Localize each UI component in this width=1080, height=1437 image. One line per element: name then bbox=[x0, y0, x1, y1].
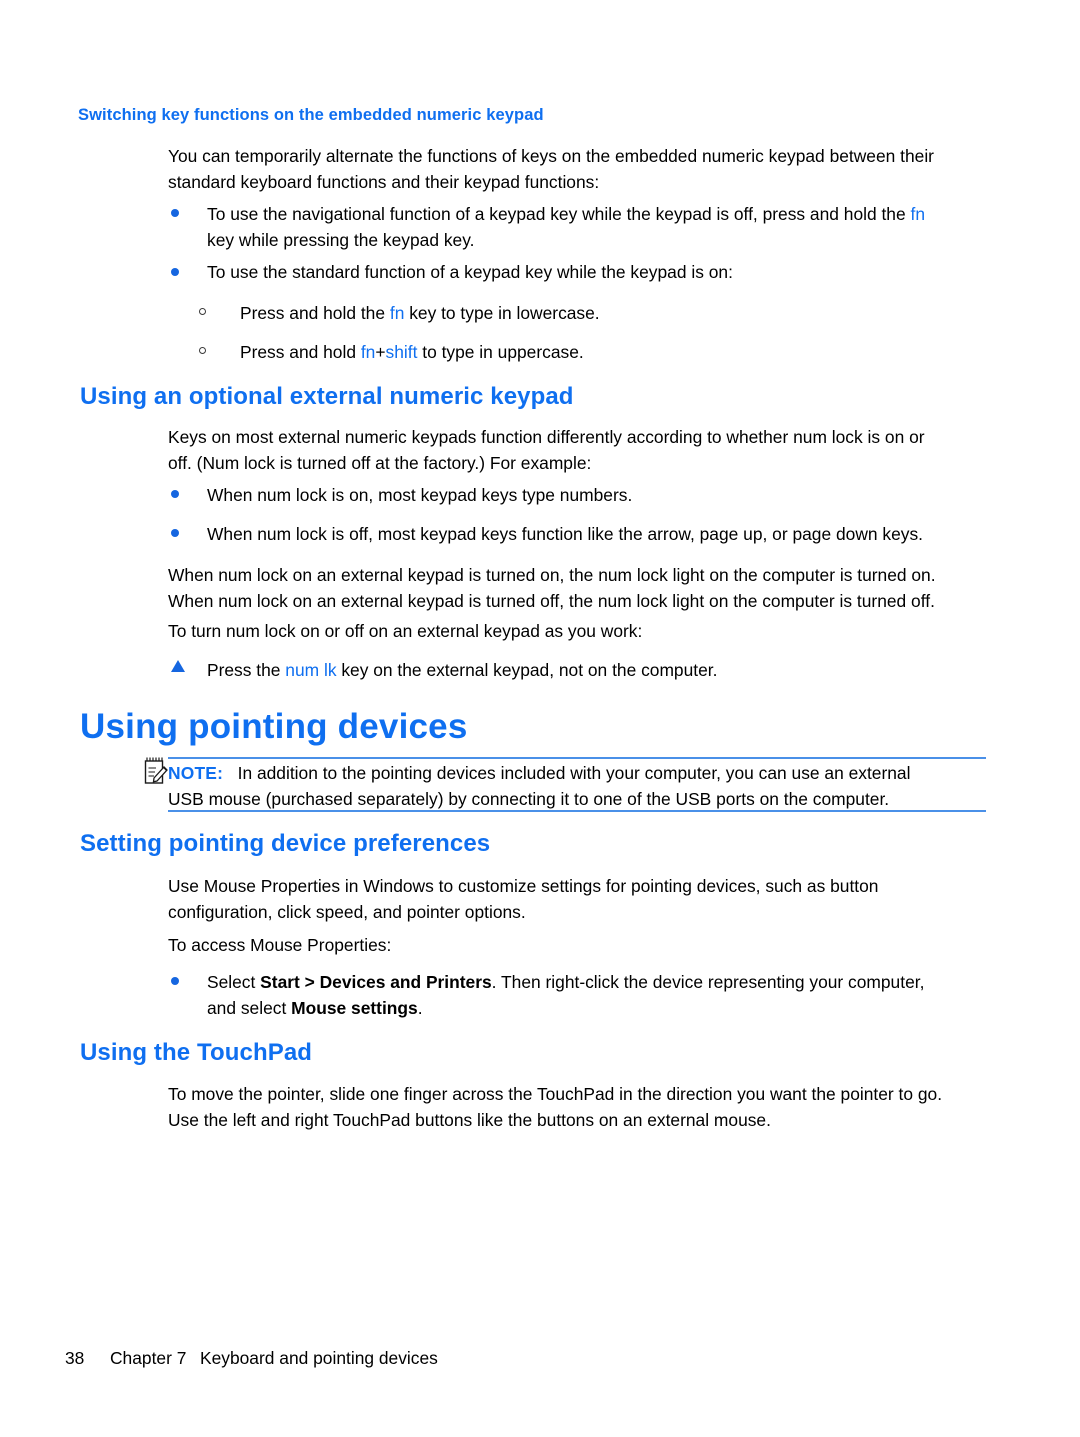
heading-setting-pointing-device-preferences: Setting pointing device preferences bbox=[80, 830, 491, 857]
footer-chapter: Chapter 7 bbox=[110, 1348, 187, 1368]
heading-external-numeric-keypad: Using an optional external numeric keypa… bbox=[80, 383, 574, 410]
key-combo-plus: + bbox=[375, 342, 386, 362]
note-line1: In addition to the pointing devices incl… bbox=[237, 763, 911, 783]
sub1-text-pre: Press and hold the bbox=[240, 303, 390, 323]
key-fn-label: fn bbox=[360, 342, 376, 362]
key-fn-label: fn bbox=[910, 204, 926, 224]
paragraph-external-keypad-intro: Keys on most external numeric keypads fu… bbox=[168, 424, 988, 476]
list-item-fn-shift-uppercase: Press and hold fn+shift to type in upper… bbox=[240, 339, 1000, 365]
paragraph-turn-numlock: To turn num lock on or off on an externa… bbox=[168, 621, 643, 641]
switching-intro-line2: standard keyboard functions and their ke… bbox=[168, 172, 600, 192]
note-line2: USB mouse (purchased separately) by conn… bbox=[168, 789, 890, 809]
bullet-circle-icon bbox=[199, 308, 206, 315]
document-page: Switching key functions on the embedded … bbox=[0, 0, 1080, 1437]
footer-page-number: 38 bbox=[65, 1348, 85, 1368]
step-text-post: key on the external keypad, not on the c… bbox=[336, 660, 718, 680]
bullet-disc-icon bbox=[171, 209, 179, 217]
note-label: NOTE: bbox=[168, 763, 224, 783]
paragraph-switching-intro: You can temporarily alternate the functi… bbox=[168, 143, 988, 195]
key-shift-label: shift bbox=[385, 342, 418, 362]
list-item-select-start-devices-printers: Select Start > Devices and Printers. The… bbox=[207, 969, 997, 1021]
heading-switching-key-functions: Switching key functions on the embedded … bbox=[78, 106, 544, 124]
preferences-line1: Use Mouse Properties in Windows to custo… bbox=[168, 876, 879, 896]
numlock-light-line1: When num lock on an external keypad is t… bbox=[168, 565, 936, 585]
key-fn-label: fn bbox=[389, 303, 405, 323]
note-rule-bottom bbox=[168, 810, 986, 812]
switching-intro-line1: You can temporarily alternate the functi… bbox=[168, 146, 934, 166]
menu-item-mouse-settings: Mouse settings bbox=[291, 998, 418, 1018]
sub1-text-post: key to type in lowercase. bbox=[404, 303, 600, 323]
paragraph-touchpad: To move the pointer, slide one finger ac… bbox=[168, 1081, 998, 1133]
external-intro-line1: Keys on most external numeric keypads fu… bbox=[168, 427, 925, 447]
paragraph-mouse-properties: Use Mouse Properties in Windows to custo… bbox=[168, 873, 993, 925]
list-item-numlock-off: When num lock is off, most keypad keys f… bbox=[207, 524, 923, 544]
bullet-text-mid: . Then right-click the device representi… bbox=[491, 972, 925, 992]
bullet-circle-icon bbox=[199, 347, 206, 354]
key-num-lk-label: num lk bbox=[285, 660, 336, 680]
bullet-text-line2-post: . bbox=[417, 998, 423, 1018]
note-rule-top bbox=[168, 757, 986, 759]
paragraph-access-mouse-properties: To access Mouse Properties: bbox=[168, 935, 392, 955]
bullet-triangle-icon bbox=[171, 660, 185, 672]
external-intro-line2: off. (Num lock is turned off at the fact… bbox=[168, 453, 592, 473]
list-item-fn-lowercase: Press and hold the fn key to type in low… bbox=[240, 300, 1000, 326]
bullet-disc-icon bbox=[171, 268, 179, 276]
bullet-text-pre: Select bbox=[207, 972, 261, 992]
heading-using-pointing-devices: Using pointing devices bbox=[80, 707, 468, 746]
key-num-lk-text: num lk bbox=[285, 660, 337, 680]
heading-using-the-touchpad: Using the TouchPad bbox=[80, 1039, 313, 1066]
note-text: NOTE: In addition to the pointing device… bbox=[168, 760, 986, 812]
bullet-text-line2-pre: and select bbox=[207, 998, 292, 1018]
touchpad-line1: To move the pointer, slide one finger ac… bbox=[168, 1084, 943, 1104]
step-text-pre: Press the bbox=[207, 660, 286, 680]
bullet-disc-icon bbox=[171, 977, 179, 985]
footer-chapter-title: Keyboard and pointing devices bbox=[200, 1348, 438, 1368]
sub2-text-post: to type in uppercase. bbox=[417, 342, 584, 362]
sub2-text-pre: Press and hold bbox=[240, 342, 361, 362]
list-item-numlock-on: When num lock is on, most keypad keys ty… bbox=[207, 485, 633, 505]
list-item-navigational-function: To use the navigational function of a ke… bbox=[207, 201, 997, 253]
bullet1-text-pre: To use the navigational function of a ke… bbox=[207, 204, 911, 224]
bullet-disc-icon bbox=[171, 490, 179, 498]
bullet1-text-line2: key while pressing the keypad key. bbox=[207, 230, 475, 250]
touchpad-line2: Use the left and right TouchPad buttons … bbox=[168, 1110, 771, 1130]
paragraph-numlock-light: When num lock on an external keypad is t… bbox=[168, 562, 993, 614]
note-notepad-icon bbox=[143, 756, 169, 786]
bullet-disc-icon bbox=[171, 529, 179, 537]
list-item-standard-function: To use the standard function of a keypad… bbox=[207, 262, 733, 282]
menu-path-start-devices-printers: Start > Devices and Printers bbox=[260, 972, 492, 992]
numlock-light-line2: When num lock on an external keypad is t… bbox=[168, 591, 935, 611]
preferences-line2: configuration, click speed, and pointer … bbox=[168, 902, 526, 922]
step-press-num-lk: Press the num lk key on the external key… bbox=[207, 657, 997, 683]
